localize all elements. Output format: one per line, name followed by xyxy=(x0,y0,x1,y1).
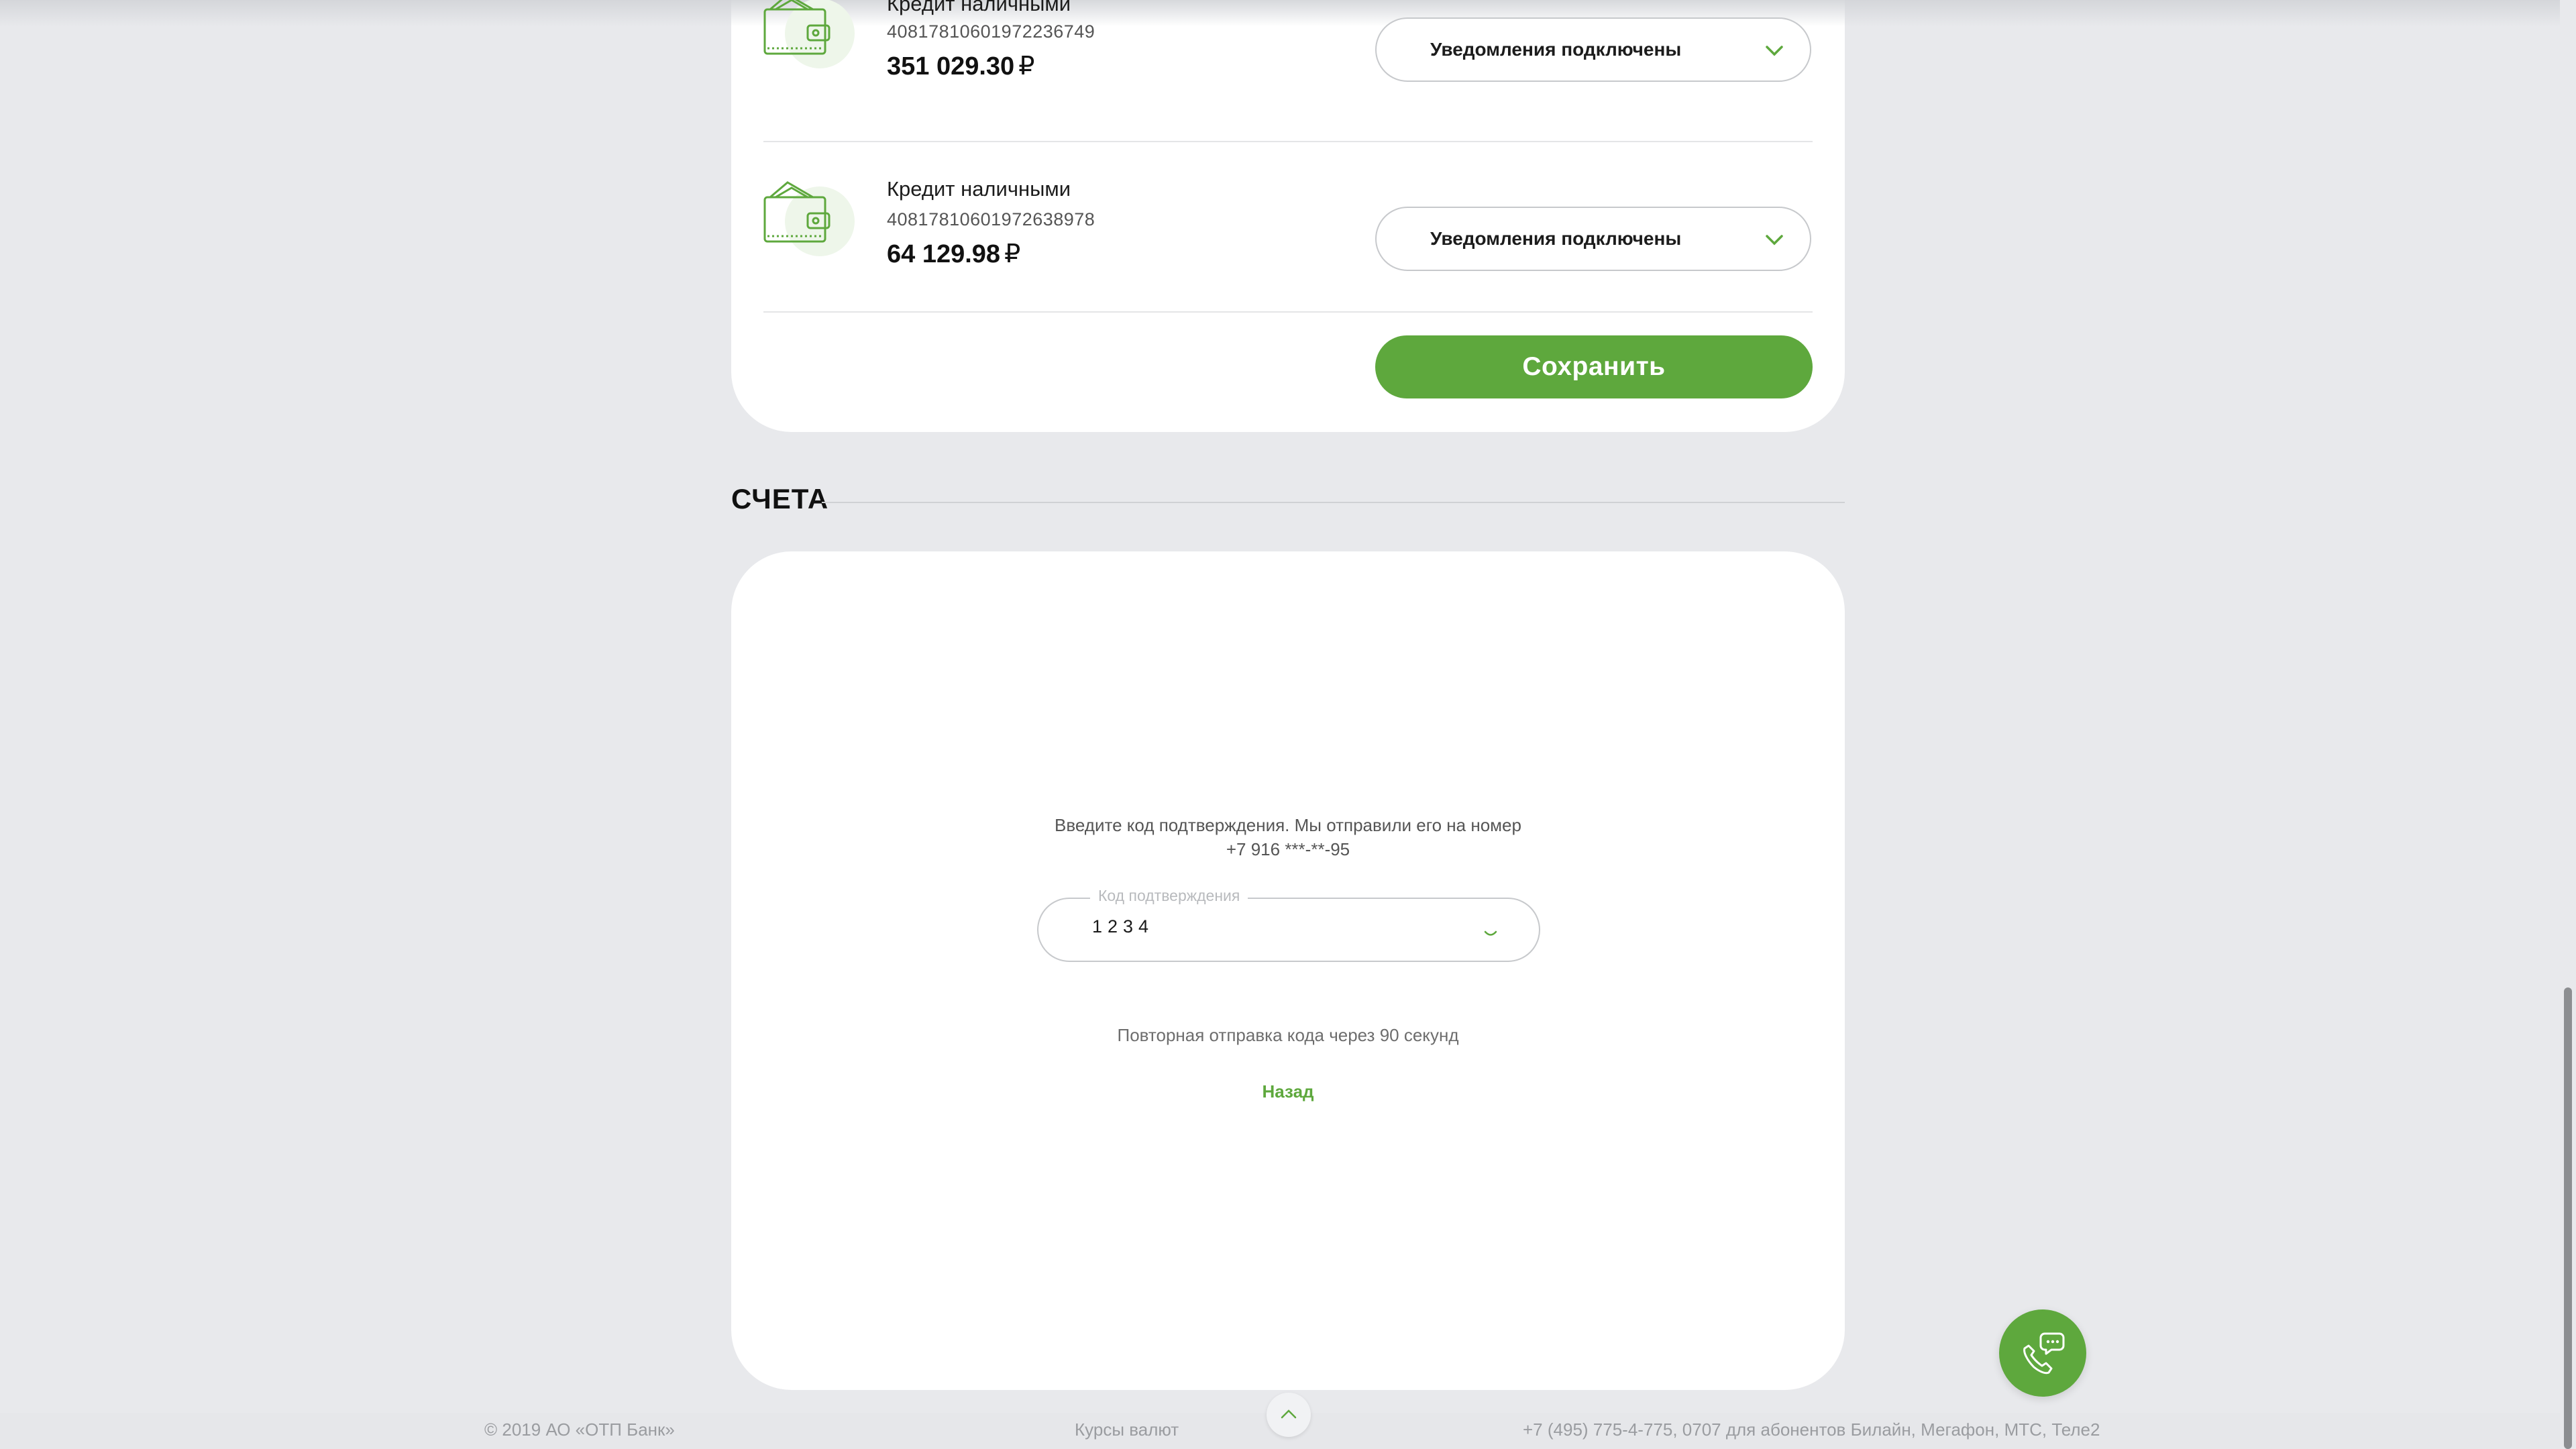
wallet-icon xyxy=(761,174,855,272)
footer-copyright: © 2019 АО «ОТП Банк» xyxy=(484,1419,675,1440)
confirmation-code-label: Код подтверждения xyxy=(1090,887,1248,905)
scroll-to-top-button[interactable] xyxy=(1267,1393,1311,1437)
save-button[interactable]: Сохранить xyxy=(1375,335,1813,398)
footer-rates-link[interactable]: Курсы валют xyxy=(1075,1419,1179,1440)
loan-name: Кредит наличными xyxy=(887,177,1071,201)
footer-phones: +7 (495) 775-4-775, 0707 для абонентов Б… xyxy=(1523,1419,2100,1440)
resend-timer-text: Повторная отправка кода через 90 секунд xyxy=(1117,1025,1459,1045)
chevron-down-icon xyxy=(1766,235,1783,246)
loan-amount: 351 029.30 ₽ xyxy=(887,51,1034,81)
scrollbar-thumb[interactable] xyxy=(2564,987,2572,1449)
notifications-select[interactable]: Уведомления подключены xyxy=(1375,207,1811,271)
wallet-icon xyxy=(761,0,855,84)
notifications-select[interactable]: Уведомления подключены xyxy=(1375,17,1811,82)
back-link[interactable]: Назад xyxy=(1221,1081,1355,1102)
loan-amount-value: 351 029.30 xyxy=(887,52,1015,80)
loan-account-number: 40817810601972638978 xyxy=(887,209,1095,229)
loan-amount-value: 64 129.98 xyxy=(887,240,1001,268)
row-divider xyxy=(763,311,1813,313)
notifications-select-value: Уведомления подключены xyxy=(1430,39,1682,60)
loan-name: Кредит наличными xyxy=(887,0,1071,15)
section-divider xyxy=(822,502,1845,503)
confirmation-prompt: Введите код подтверждения. Мы отправили … xyxy=(1055,815,1521,859)
loan-account-number: 40817810601972236749 xyxy=(887,21,1095,42)
currency-sign: ₽ xyxy=(1004,240,1021,268)
confirmation-code-value: 1234 xyxy=(1092,916,1155,936)
phone-chat-icon xyxy=(2023,1332,2065,1375)
chevron-down-icon xyxy=(1766,46,1783,56)
row-divider xyxy=(763,141,1813,142)
confirmation-card xyxy=(731,551,1845,1390)
section-title: СЧЕТА xyxy=(731,483,829,515)
chevron-up-icon xyxy=(1281,1409,1297,1419)
loan-amount: 64 129.98 ₽ xyxy=(887,239,1020,269)
loading-spinner-icon xyxy=(1484,930,1497,936)
notifications-select-value: Уведомления подключены xyxy=(1430,228,1682,249)
currency-sign: ₽ xyxy=(1018,52,1035,80)
contact-button[interactable] xyxy=(1999,1309,2086,1397)
